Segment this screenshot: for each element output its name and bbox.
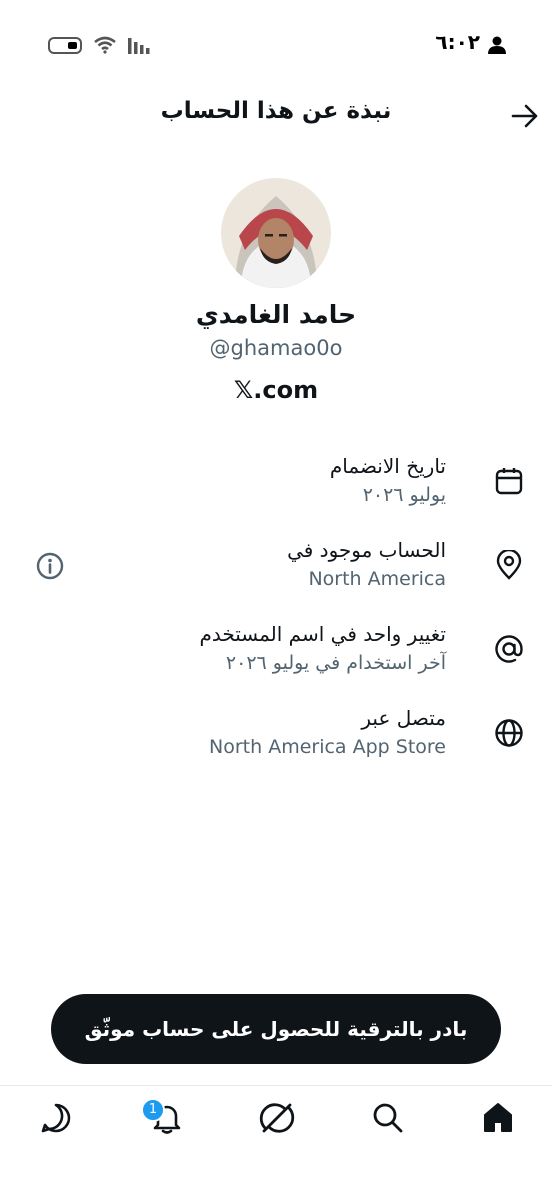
display-name: حامد الغامدي [195,300,357,329]
back-arrow-icon[interactable] [510,102,540,130]
info-icon[interactable] [36,552,64,580]
wifi-icon [94,36,116,54]
site-link[interactable]: 𝕏.com [0,376,552,404]
info-title: تغيير واحد في اسم المستخدم [199,622,446,646]
at-sign-icon [495,635,523,663]
status-bar-left [48,34,154,56]
info-row-connected-via: متصل عبر North America App Store [20,704,532,764]
home-icon[interactable] [480,1100,516,1136]
info-row-location: الحساب موجود في North America [20,536,532,596]
location-pin-icon [496,550,522,580]
page-title: نبذة عن هذا الحساب [160,98,392,124]
messages-icon[interactable] [38,1100,74,1136]
info-row-joined: تاريخ الانضمام يوليو ٢٠٢٦ [20,452,532,512]
info-value: يوليو ٢٠٢٦ [362,484,446,506]
status-time: ٦:٠٢ [435,30,480,54]
grok-icon[interactable] [259,1100,295,1136]
info-title: متصل عبر [361,706,446,730]
info-value: North America App Store [209,736,446,758]
avatar [221,178,331,288]
notifications-badge: 1 [141,1098,165,1122]
info-title: تاريخ الانضمام [329,454,446,478]
info-value: آخر استخدام في يوليو ٢٠٢٦ [225,652,446,674]
person-icon [488,36,506,54]
globe-icon [495,719,523,747]
search-icon[interactable] [370,1100,406,1136]
info-row-username-change: تغيير واحد في اسم المستخدم آخر استخدام ف… [20,620,532,680]
info-value: North America [308,568,446,590]
info-title: الحساب موجود في [287,538,446,562]
calendar-icon [495,468,523,495]
username-handle: @ghamao0o [209,336,343,360]
signal-icon [128,38,150,54]
upgrade-button[interactable]: بادر بالترقية للحصول على حساب موثّق [51,994,501,1064]
battery-icon [48,36,82,54]
nav-divider [0,1085,552,1086]
